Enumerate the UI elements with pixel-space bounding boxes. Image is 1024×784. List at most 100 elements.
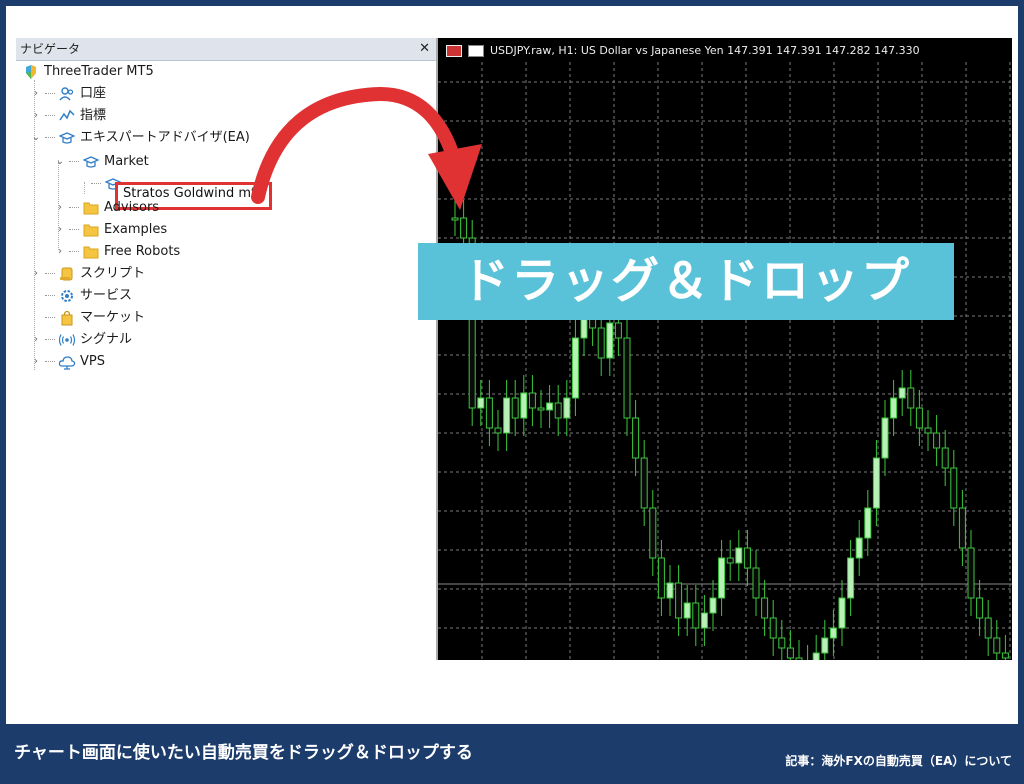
footer-article-link[interactable]: 記事：海外FXの自動売買（EA）について [785,752,1012,769]
candle-body [855,537,863,559]
chevron-down-icon[interactable]: ⌄ [30,128,42,148]
chevron-right-icon[interactable]: › [30,106,42,126]
candle-body [907,387,915,409]
candle-body [511,397,519,419]
graduation-cap-icon [82,154,100,170]
tree-item-signals[interactable]: › シグナル [30,330,132,350]
candle-body [614,322,622,339]
tree-connector [45,93,55,95]
tree-guide [84,182,85,194]
candle-body [924,427,932,434]
drag-drop-banner: ドラッグ＆ドロップ [418,243,954,320]
tree-item-scripts[interactable]: › スクリプト [30,264,145,284]
chevron-right-icon[interactable]: › [54,198,66,218]
candle-body [761,597,769,619]
candle-body [984,617,992,639]
candle-body [933,432,941,449]
tree-connector [69,229,79,231]
candle-body [864,507,872,539]
tree-item-market[interactable]: ⌄ Market [54,152,149,172]
candle-body [718,557,726,599]
candle-body [597,327,605,359]
tree-label: 指標 [80,108,107,123]
tree-label: VPS [80,354,105,369]
tree-item-advisors[interactable]: › Advisors [54,198,159,218]
candle-body [580,317,588,339]
mt5-logo-icon [22,64,40,80]
tree-label: エキスパートアドバイザ(EA) [80,130,250,145]
candle-body [795,657,803,660]
chevron-right-icon[interactable]: › [54,220,66,240]
candle-body [623,337,631,419]
tree-connector [45,115,55,117]
tree-item-account[interactable]: › 口座 [30,84,106,104]
candle-body [821,637,829,654]
candle-body [993,637,1001,654]
candle-body [890,397,898,419]
tree-root-threetrader[interactable]: ThreeTrader MT5 [22,62,154,82]
candle-body [640,457,648,509]
tree-connector [45,339,55,341]
tree-label: Free Robots [104,244,181,259]
drag-arrow-icon [251,86,482,210]
candle-body [941,447,949,469]
candle-body [563,397,571,419]
tree-label: マーケット [80,310,146,325]
candle-body [503,397,511,434]
gear-icon [58,288,76,304]
folder-icon [82,222,100,238]
candle-body [847,557,855,599]
candle-body [692,602,700,629]
candle-body [898,387,906,399]
script-scroll-icon [58,266,76,282]
tree-item-services[interactable]: › サービス [30,286,132,306]
candle-body [537,407,545,411]
candle-body [657,557,665,599]
tree-connector [45,317,55,319]
tree-label: 口座 [80,86,107,101]
chevron-down-icon[interactable]: ⌄ [54,152,66,172]
candle-body [494,427,502,434]
chart-window-icon [446,44,462,57]
chart-symbol-info: USDJPY.raw, H1: US Dollar vs Japanese Ye… [490,44,920,57]
tree-item-vps[interactable]: › VPS [30,352,105,372]
candle-body [881,417,889,459]
tree-connector [45,137,55,139]
candle-body [915,407,923,429]
tree-item-marketplace[interactable]: › マーケット [30,308,145,328]
tree-label: サービス [80,288,133,303]
candle-body [528,392,536,409]
shopping-bag-icon [58,310,76,326]
tree-item-free-robots[interactable]: › Free Robots [54,242,180,262]
candle-body [872,457,880,509]
candle-body [632,417,640,459]
tree-item-indicators[interactable]: › 指標 [30,106,106,126]
tree-item-examples[interactable]: › Examples [54,220,167,240]
tree-connector [69,207,79,209]
candle-body [709,597,717,614]
chevron-right-icon[interactable]: › [30,352,42,372]
candle-body [666,582,674,599]
navigator-title: ナビゲータ [20,42,81,56]
candle-body [485,397,493,429]
candle-body [735,547,743,564]
tree-connector [91,183,101,185]
chart-canvas [438,62,1012,660]
candle-body [700,612,708,629]
navigator-header: ナビゲータ ✕ [16,38,436,61]
price-chart[interactable]: USDJPY.raw, H1: US Dollar vs Japanese Ye… [436,38,1012,660]
candle-body [743,547,751,569]
chevron-right-icon[interactable]: › [30,264,42,284]
candle-body [606,322,614,359]
tree-label: シグナル [80,332,133,347]
tree-item-expert-advisors[interactable]: ⌄ エキスパートアドバイザ(EA) [30,128,250,148]
candle-body [752,567,760,599]
candle-body [554,402,562,419]
tree-connector [45,295,55,297]
chevron-right-icon[interactable]: › [30,84,42,104]
candle-body [571,337,579,399]
close-icon[interactable]: ✕ [419,38,430,60]
chevron-right-icon[interactable]: › [54,242,66,262]
indicator-wave-icon [58,108,76,124]
chevron-right-icon[interactable]: › [30,330,42,350]
